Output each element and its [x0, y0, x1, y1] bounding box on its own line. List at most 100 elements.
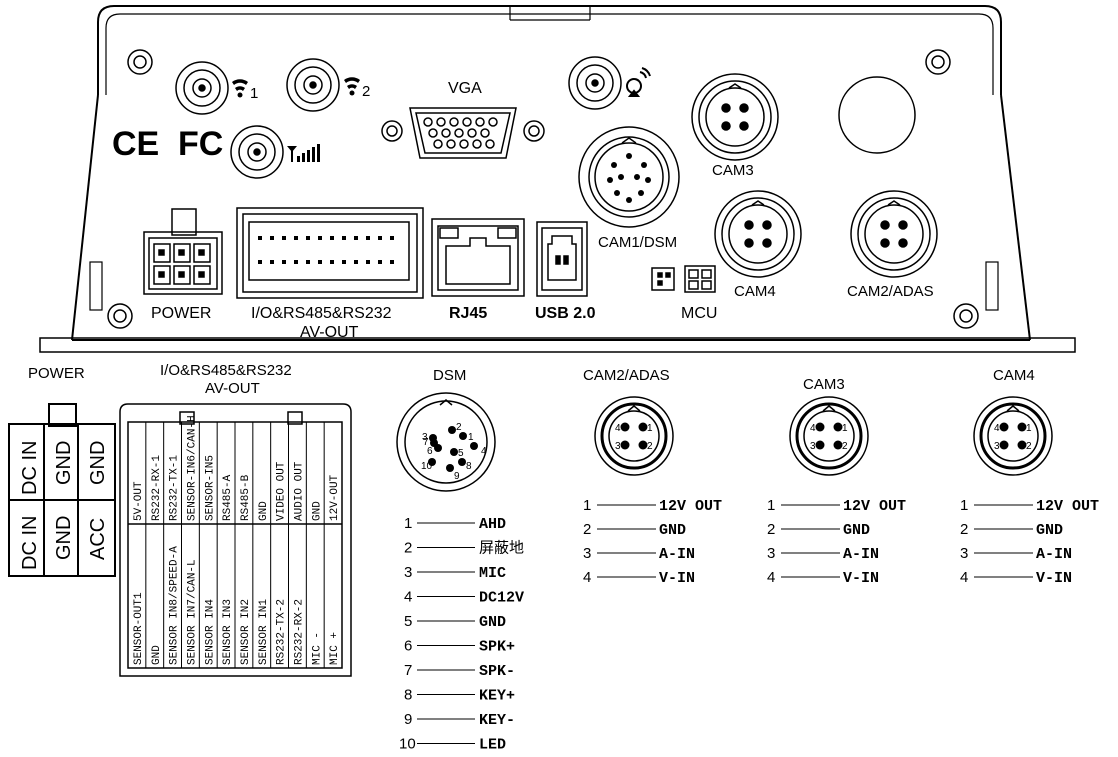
wifi-1-number: 1	[250, 85, 258, 102]
io-port-pins	[258, 236, 394, 264]
cam-pin-num-4: 4	[583, 569, 591, 586]
cam-connector-num-1: 1	[647, 423, 653, 434]
dsm-connector-num-9: 9	[454, 471, 460, 482]
cam4-panel-label: CAM4	[734, 283, 776, 300]
cam1-dsm-label: CAM1/DSM	[598, 234, 677, 251]
dsm-pin-dot	[430, 439, 438, 447]
io-pin-bottom-6: SENSOR IN3	[222, 599, 234, 665]
cam-pin-label-4: V-IN	[1036, 570, 1072, 587]
cam-pin-label-1: 12V OUT	[1036, 498, 1099, 515]
gps-antenna	[568, 56, 622, 110]
dsm-connector-num-7: 7	[423, 437, 429, 448]
io-pin-top-11: GND	[311, 501, 323, 521]
cam-pin-num-1: 1	[960, 497, 968, 514]
cam-pin-num-2: 2	[767, 521, 775, 538]
cam-pin-dot	[999, 440, 1009, 450]
io-pin-bottom-4: SENSOR IN7/CAN-L	[186, 559, 198, 665]
io-pin-bottom-3: SENSOR IN8/SPEED-A	[169, 546, 181, 665]
dsm-connector-num-5: 5	[458, 448, 464, 459]
dsm-pin-num-7: 7	[404, 662, 412, 679]
wifi-icon	[344, 77, 360, 96]
dsm-pin-num-6: 6	[404, 638, 412, 655]
io-pin-top-3: RS232-TX-1	[169, 455, 181, 521]
cam1-dsm-pins	[607, 153, 651, 203]
cam-pinout-2: CAM3 4 1 3 2 1 12V OUT 2 GND 3 A-IN 4 V-IN	[767, 376, 906, 587]
power-pin-acc: ACC	[87, 518, 109, 560]
dsm-pin-num-2: 2	[404, 540, 412, 557]
dsm-title: DSM	[433, 367, 466, 384]
io-panel-label-1: I/O&RS485&RS232	[251, 305, 392, 322]
power-pin-dc-in-top-left: DC IN	[19, 441, 41, 495]
cam-title: CAM2/ADAS	[583, 367, 670, 384]
cam-connector-ring	[795, 402, 863, 470]
cam-pin-dot	[999, 422, 1009, 432]
cam4-port	[714, 190, 802, 278]
cam-pin-dot	[815, 422, 825, 432]
io-pin-top-9: VIDEO OUT	[276, 461, 288, 521]
cam-pin-num-1: 1	[583, 497, 591, 514]
dsm-pin-num-9: 9	[404, 711, 412, 728]
dsm-pin-dot	[446, 464, 454, 472]
usb-port	[536, 221, 588, 297]
cam-pin-label-2: GND	[843, 522, 870, 539]
dsm-pin-label-2: 屏蔽地	[479, 540, 524, 557]
power-pin-dc-in-bottom-left: DC IN	[19, 516, 41, 570]
vga-label: VGA	[448, 80, 482, 97]
dsm-connector-num-1: 1	[468, 432, 474, 443]
dsm-pin-num-10: 10	[399, 736, 416, 753]
cam-pinout-3: CAM4 4 1 3 2 1 12V OUT 2 GND 3 A-IN 4 V-IN	[960, 367, 1099, 587]
power-pin-gnd-bottom-mid: GND	[53, 516, 75, 560]
device-panel	[39, 5, 1076, 353]
cam-connector-inner	[803, 410, 855, 462]
cam-pin-label-3: A-IN	[843, 546, 879, 563]
io-pin-top-6: RS485-A	[222, 474, 234, 521]
wifi-icon	[232, 79, 248, 98]
cam1-dsm-port	[578, 126, 680, 228]
dsm-pin-dot	[470, 442, 478, 450]
cam-pin-dot	[620, 440, 630, 450]
cam-pinout-1: CAM2/ADAS 4 1 3 2 1 12V OUT 2 GND 3 A-IN 4 V-IN	[583, 367, 722, 587]
dsm-pin-label-7: SPK-	[479, 663, 515, 680]
dsm-pin-num-8: 8	[404, 687, 412, 704]
io-pin-top-5: SENSOR-IN5	[204, 455, 216, 521]
cam-connector-num-2: 2	[1026, 441, 1032, 452]
satellite-icon	[626, 67, 651, 97]
dsm-connector-num-2: 2	[456, 422, 462, 433]
io-pin-top-8: GND	[258, 501, 270, 521]
rj45-label: RJ45	[449, 305, 487, 322]
io-pin-bottom-10: RS232-RX-2	[293, 599, 305, 665]
cam2-adas-port	[850, 190, 938, 278]
cam-pin-num-4: 4	[960, 569, 968, 586]
cam-connector-num-4: 4	[615, 423, 621, 434]
blank-plug	[838, 76, 916, 154]
cam-title: CAM4	[993, 367, 1035, 384]
cam-pin-label-3: A-IN	[1036, 546, 1072, 563]
dsm-pin-dot	[459, 432, 467, 440]
io-pin-bottom-2: GND	[151, 645, 163, 665]
dsm-connector-num-4: 4	[481, 446, 487, 457]
cam-pin-label-1: 12V OUT	[843, 498, 906, 515]
dsm-pin-num-1: 1	[404, 515, 412, 532]
cam-pin-num-1: 1	[767, 497, 775, 514]
cam-connector-num-2: 2	[647, 441, 653, 452]
cam-connector-num-3: 3	[994, 441, 1000, 452]
cam-connector-outer	[789, 396, 869, 476]
dsm-pin-label-4: DC12V	[479, 590, 524, 607]
cam-connector-num-3: 3	[615, 441, 621, 452]
cam-pin-num-3: 3	[767, 545, 775, 562]
cam2-adas-panel-label: CAM2/ADAS	[847, 283, 934, 300]
usb-label: USB 2.0	[535, 305, 596, 322]
cam-connector-ring	[600, 402, 668, 470]
io-pin-bottom-7: SENSOR IN2	[240, 599, 252, 665]
cam-pin-num-3: 3	[960, 545, 968, 562]
cam-pin-num-4: 4	[767, 569, 775, 586]
io-pin-top-1: 5V-OUT	[133, 481, 145, 521]
cam-pin-dot	[620, 422, 630, 432]
device-diagram: 1 2 CE FC VGA CAM1/DSM CAM3 CAM4 CAM2/AD…	[8, 5, 1099, 754]
cam-connector-inner	[987, 410, 1039, 462]
cam-pin-label-2: GND	[1036, 522, 1063, 539]
cam3-port	[691, 73, 779, 161]
cam3-panel-label: CAM3	[712, 162, 754, 179]
dsm-pin-label-8: KEY+	[479, 688, 515, 705]
dsm-pin-num-5: 5	[404, 613, 412, 630]
